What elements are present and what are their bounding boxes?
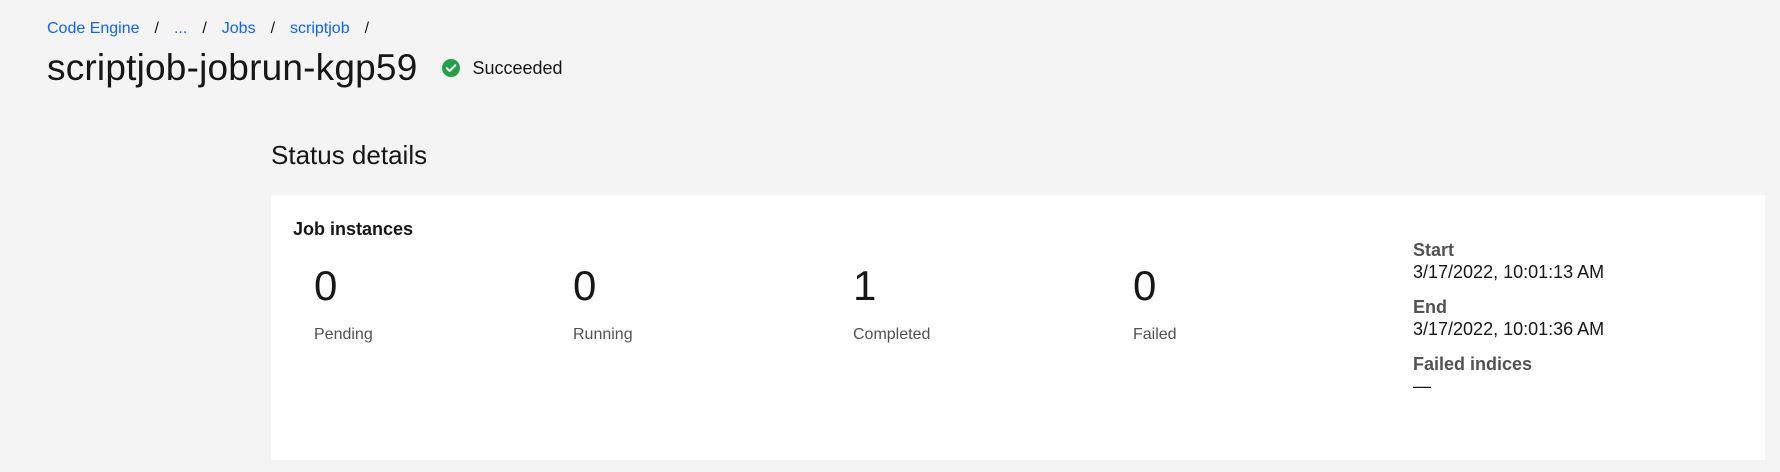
detail-value: 3/17/2022, 10:01:13 AM bbox=[1413, 262, 1605, 282]
breadcrumb-separator: / bbox=[364, 20, 370, 37]
metric-label: Running bbox=[573, 326, 633, 343]
detail-start: Start 3/17/2022, 10:01:13 AM bbox=[1413, 239, 1604, 283]
card-title: Job instances bbox=[293, 219, 414, 239]
breadcrumb-link-scriptjob[interactable]: scriptjob bbox=[290, 18, 350, 40]
metric-label: Completed bbox=[853, 326, 931, 343]
breadcrumb-separator: / bbox=[202, 20, 207, 37]
breadcrumb-separator: / bbox=[154, 20, 159, 37]
detail-value: 3/17/2022, 10:01:36 AM bbox=[1413, 319, 1605, 339]
detail-label: End bbox=[1413, 297, 1447, 317]
metric-value: 0 bbox=[573, 262, 597, 309]
metric-pending: 0 Pending bbox=[314, 263, 373, 346]
metric-completed: 1 Completed bbox=[853, 263, 930, 346]
metric-label: Pending bbox=[314, 326, 373, 343]
detail-label: Failed indices bbox=[1413, 354, 1533, 374]
breadcrumb-link-code-engine[interactable]: Code Engine bbox=[47, 18, 140, 40]
metric-label: Failed bbox=[1133, 326, 1177, 343]
detail-value: — bbox=[1413, 376, 1431, 396]
detail-end: End 3/17/2022, 10:01:36 AM bbox=[1413, 296, 1604, 340]
breadcrumb-overflow-menu[interactable]: ... bbox=[174, 18, 187, 40]
status-badge: Succeeded bbox=[441, 56, 563, 80]
metric-value: 0 bbox=[1133, 262, 1157, 309]
page-title: scriptjob-jobrun-kgp59 bbox=[47, 47, 418, 88]
section-title-status-details: Status details bbox=[271, 140, 428, 170]
run-details: Start 3/17/2022, 10:01:13 AM End 3/17/20… bbox=[1413, 239, 1604, 410]
breadcrumb-separator: / bbox=[270, 20, 276, 37]
metric-value: 0 bbox=[314, 262, 338, 309]
detail-label: Start bbox=[1413, 240, 1455, 260]
checkmark-filled-icon bbox=[441, 58, 461, 78]
page-header: scriptjob-jobrun-kgp59 Succeeded bbox=[47, 44, 563, 92]
breadcrumb-link-jobs[interactable]: Jobs bbox=[222, 18, 256, 40]
job-instances-card: Job instances 0 Pending 0 Running 1 Comp… bbox=[271, 195, 1765, 460]
metric-failed: 0 Failed bbox=[1133, 263, 1177, 346]
metric-running: 0 Running bbox=[573, 263, 633, 346]
detail-failed-indices: Failed indices — bbox=[1413, 353, 1604, 397]
metric-value: 1 bbox=[853, 262, 877, 309]
breadcrumb: Code Engine / ... / Jobs / scriptjob / bbox=[47, 18, 384, 40]
status-label: Succeeded bbox=[472, 58, 563, 78]
